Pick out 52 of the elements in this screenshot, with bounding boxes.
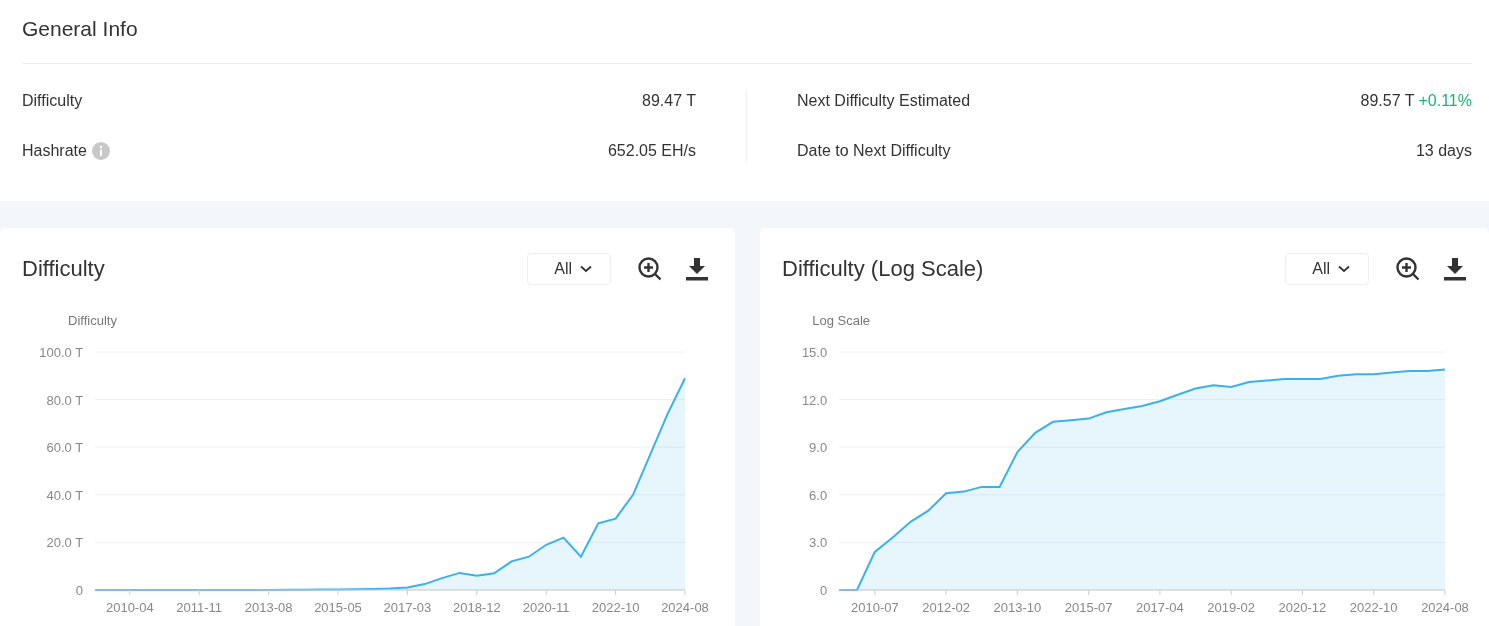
x-tick-label: 2022-10 [1349, 600, 1398, 615]
y-tick-label: 60.0 T [46, 440, 84, 456]
x-tick-label: 2017-03 [383, 600, 432, 615]
stat-label: Next Difficulty Estimated [797, 92, 971, 110]
x-tick-label: 2015-05 [314, 600, 362, 615]
axis-title: Difficulty [68, 313, 117, 328]
chart-title: Difficulty (Log Scale) [782, 256, 984, 282]
stat-value: 13 days [1415, 142, 1472, 160]
chart-title: Difficulty [22, 256, 105, 282]
stat-value: 652.05 EH/s [607, 142, 696, 160]
y-tick-label: 100.0 T [39, 345, 84, 360]
y-tick-label: 6.0 [809, 487, 828, 503]
x-tick-label: 2011-11 [176, 600, 223, 615]
x-tick-label: 2022-10 [591, 600, 640, 615]
y-tick-label: 12.0 [801, 392, 828, 408]
y-tick-label: 0 [819, 583, 828, 598]
download-icon[interactable] [685, 257, 709, 281]
change-value: +0.11% [1418, 92, 1472, 110]
x-tick-label: 2017-04 [1136, 600, 1184, 615]
zoom-in-icon[interactable] [637, 256, 663, 282]
y-tick-label: 20.0 T [46, 535, 84, 551]
x-tick-label: 2024-08 [661, 600, 709, 615]
y-tick-label: 80.0 T [46, 392, 84, 408]
download-icon[interactable] [1443, 257, 1467, 281]
range-select[interactable]: All [1285, 253, 1369, 285]
y-tick-label: 3.0 [809, 535, 828, 551]
x-tick-label: 2010-07 [851, 600, 899, 615]
range-select[interactable]: All [527, 253, 611, 285]
stat-value: 89.47 T [642, 92, 696, 110]
axis-title: Log Scale [812, 313, 871, 328]
caret-icon [1338, 265, 1350, 273]
x-tick-label: 2019-02 [1207, 600, 1256, 615]
x-tick-label: 2010-04 [105, 600, 154, 615]
x-tick-label: 2013-08 [244, 600, 293, 615]
zoom-in-icon[interactable] [1395, 256, 1421, 282]
caret-icon [580, 265, 592, 273]
y-tick-label: 40.0 T [46, 487, 84, 503]
x-tick-label: 2024-08 [1421, 600, 1469, 615]
x-tick-label: 2020-12 [1278, 600, 1327, 615]
y-tick-label: 9.0 [809, 440, 828, 456]
stat-label: Difficulty [22, 92, 83, 110]
section-title: General Info [22, 0, 1472, 64]
stat-label: Hashrate [22, 142, 87, 160]
x-tick-label: 2015-07 [1064, 600, 1113, 615]
y-tick-label: 15.0 [801, 345, 828, 360]
stat-value: 89.57 T [1360, 92, 1415, 110]
stat-label: Date to Next Difficulty [797, 142, 951, 160]
x-tick-label: 2013-10 [993, 600, 1042, 615]
y-tick-label: 0 [75, 583, 84, 598]
x-tick-label: 2018-12 [452, 600, 501, 615]
x-tick-label: 2020-11 [522, 600, 570, 615]
x-tick-label: 2012-02 [922, 600, 970, 615]
